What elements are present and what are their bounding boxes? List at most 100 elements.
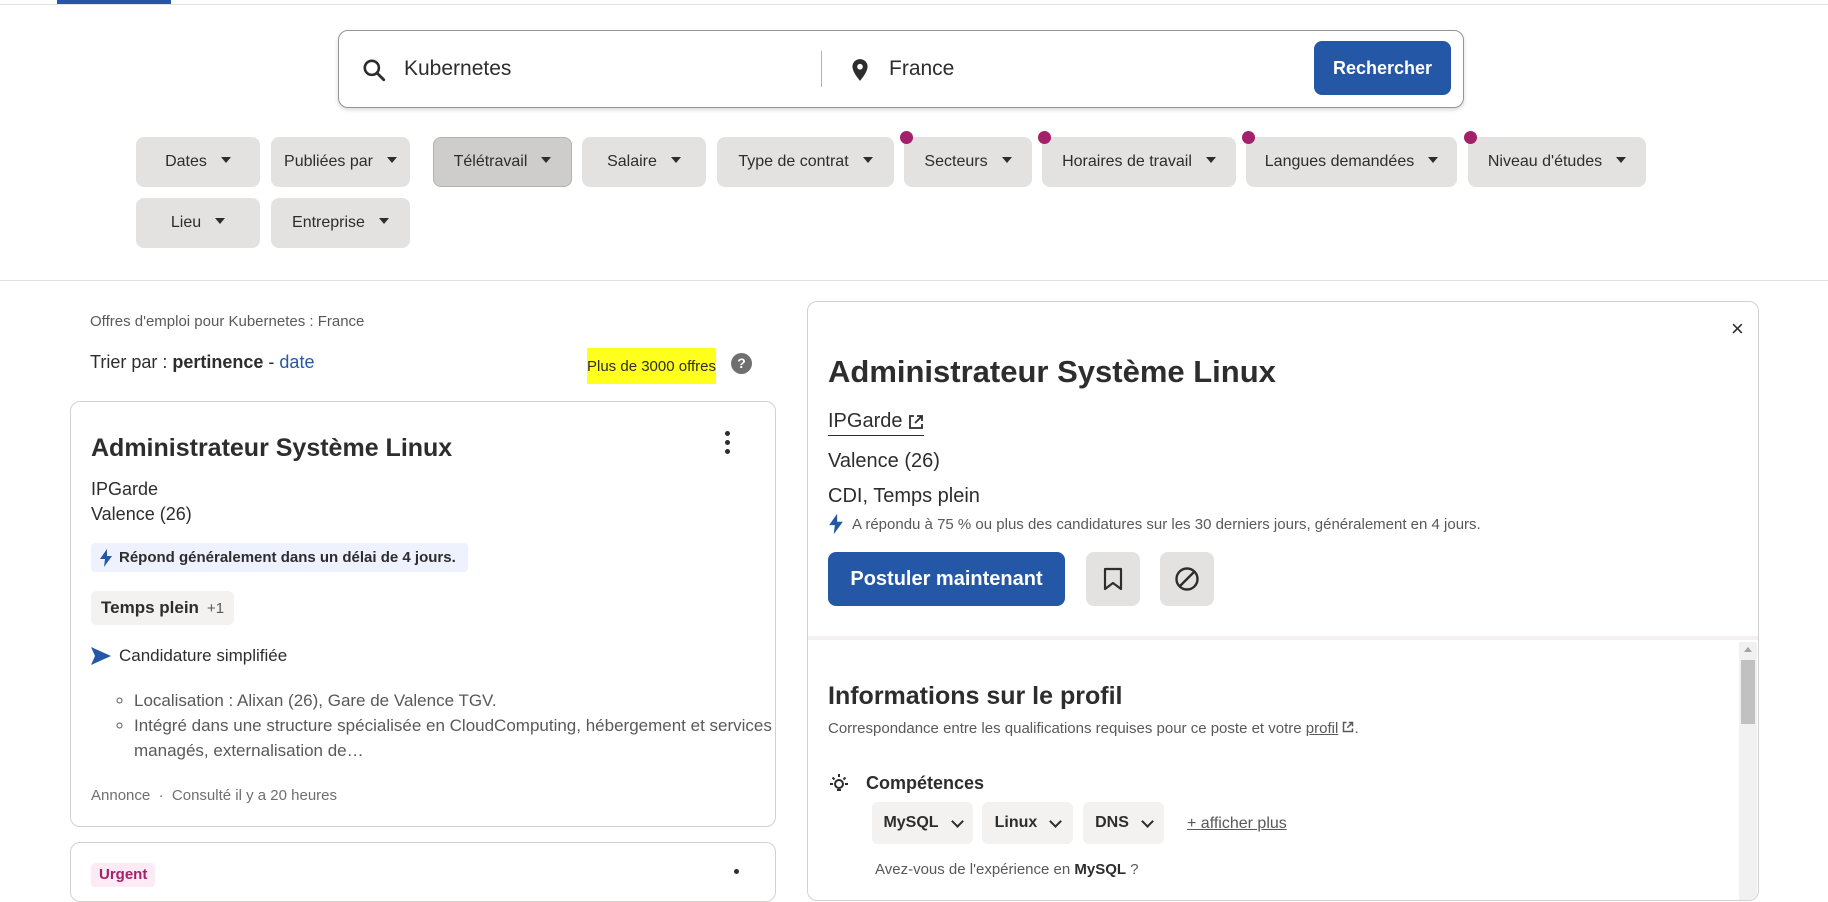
caret-down-icon xyxy=(386,157,397,163)
close-icon[interactable]: × xyxy=(1731,316,1744,342)
send-arrow-icon xyxy=(91,647,111,665)
profile-subtitle-text: Correspondance entre les qualifications … xyxy=(828,720,1302,737)
filter-remote[interactable]: Télétravail xyxy=(433,137,572,187)
external-link-icon xyxy=(1343,721,1354,733)
profile-section-title: Informations sur le profil xyxy=(828,682,1123,710)
filter-dates[interactable]: Dates xyxy=(136,137,260,187)
filter-label: Dates xyxy=(165,153,207,170)
caret-down-icon xyxy=(670,157,681,163)
filter-label: Télétravail xyxy=(453,153,528,170)
job-card[interactable]: Administrateur Système Linux IPGarde Val… xyxy=(70,401,776,827)
profile-subtitle-end: . xyxy=(1354,720,1359,737)
sort-date-link[interactable]: date xyxy=(279,352,314,372)
lightning-icon xyxy=(100,548,112,567)
detail-company-link[interactable]: IPGarde xyxy=(828,410,925,436)
caret-down-icon xyxy=(862,157,873,163)
job-card[interactable]: Urgent xyxy=(70,842,776,902)
sort-relevance[interactable]: pertinence xyxy=(172,352,263,372)
skills-title: Compétences xyxy=(866,772,985,793)
experience-question: Avez-vous de l'expérience en MySQL ? xyxy=(875,861,1139,878)
skill-label: Linux xyxy=(994,814,1038,831)
panel-divider xyxy=(808,636,1758,640)
response-badge: Répond généralement dans un délai de 4 j… xyxy=(91,543,468,572)
active-tab-indicator xyxy=(57,0,171,4)
snippet-item: Intégré dans une structure spécialisée e… xyxy=(134,713,774,763)
filter-sectors[interactable]: Secteurs xyxy=(900,131,1032,187)
search-icon xyxy=(363,59,386,82)
filter-company[interactable]: Entreprise xyxy=(271,198,410,248)
filter-dot xyxy=(1242,131,1255,144)
filter-label: Lieu xyxy=(170,214,202,231)
location-pin-icon xyxy=(852,59,868,81)
apply-now-button[interactable]: Postuler maintenant xyxy=(828,552,1065,606)
filter-label: Secteurs xyxy=(924,153,988,170)
profile-link[interactable]: profil xyxy=(1306,720,1339,737)
filter-dot xyxy=(1464,131,1477,144)
sort-prefix: Trier par : xyxy=(90,352,168,372)
easy-apply: Candidature simplifiée xyxy=(91,646,287,666)
experience-prefix: Avez-vous de l'expérience en xyxy=(875,861,1071,878)
filter-dot xyxy=(900,131,913,144)
help-icon[interactable]: ? xyxy=(731,353,752,374)
caret-down-icon xyxy=(1428,157,1439,163)
bookmark-icon xyxy=(1103,567,1123,591)
skill-chip-mysql[interactable]: MySQL xyxy=(872,802,973,844)
filter-label: Langues demandées xyxy=(1264,153,1415,170)
profile-subtitle: Correspondance entre les qualifications … xyxy=(828,720,1359,737)
filter-salary[interactable]: Salaire xyxy=(582,137,706,187)
skill-chip-dns[interactable]: DNS xyxy=(1083,802,1164,844)
detail-response: A répondu à 75 % ou plus des candidature… xyxy=(828,513,1481,535)
search-bar: Kubernetes France Rechercher xyxy=(338,30,1464,108)
caret-down-icon xyxy=(220,157,231,163)
filter-work-hours[interactable]: Horaires de travail xyxy=(1038,131,1236,187)
job-type-badge: Temps plein +1 xyxy=(91,591,235,625)
job-card-location: Valence (26) xyxy=(91,504,192,524)
chevron-down-icon xyxy=(950,814,964,828)
ad-label: Annonce xyxy=(91,787,151,804)
filter-languages[interactable]: Langues demandées xyxy=(1242,131,1457,187)
detail-company: IPGarde xyxy=(828,410,903,432)
lightbulb-icon xyxy=(830,774,848,791)
caret-down-icon xyxy=(215,218,226,224)
external-link-icon xyxy=(909,414,924,429)
panel-scrollbar[interactable] xyxy=(1739,642,1757,900)
more-options-icon[interactable] xyxy=(734,869,739,874)
job-card-meta: Annonce · Consulté il y a 20 heures xyxy=(91,787,337,804)
response-text: Répond généralement dans un délai de 4 j… xyxy=(119,549,456,566)
job-type-more: +1 xyxy=(206,599,225,617)
detail-response-text: A répondu à 75 % ou plus des candidature… xyxy=(852,515,1481,533)
not-interested-button[interactable] xyxy=(1160,552,1214,606)
filter-education[interactable]: Niveau d'études xyxy=(1464,131,1646,187)
experience-skill: MySQL xyxy=(1074,861,1127,878)
skill-label: DNS xyxy=(1095,814,1129,831)
show-more-skills-link[interactable]: + afficher plus xyxy=(1187,815,1287,833)
sort-control: Trier par : pertinence - date xyxy=(90,352,314,373)
more-options-icon[interactable] xyxy=(722,431,732,459)
snippet-item: Localisation : Alixan (26), Gare de Vale… xyxy=(134,688,774,713)
search-button[interactable]: Rechercher xyxy=(1314,41,1451,95)
detail-title: Administrateur Système Linux xyxy=(828,354,1276,389)
scroll-up-arrow-icon[interactable] xyxy=(1744,647,1752,652)
caret-down-icon xyxy=(1616,157,1627,163)
experience-suffix: ? xyxy=(1126,861,1139,878)
skills-header: Compétences xyxy=(828,772,984,794)
filter-contract-type[interactable]: Type de contrat xyxy=(717,137,894,187)
filter-published-by[interactable]: Publiées par xyxy=(271,137,410,187)
scroll-thumb[interactable] xyxy=(1741,660,1755,724)
filter-location[interactable]: Lieu xyxy=(136,198,260,248)
chevron-down-icon xyxy=(1141,814,1154,828)
skill-chip-linux[interactable]: Linux xyxy=(982,802,1073,844)
filter-label: Entreprise xyxy=(292,214,365,231)
job-detail-panel: × Administrateur Système Linux IPGarde V… xyxy=(807,301,1759,901)
filter-label: Salaire xyxy=(607,153,657,170)
filter-dot xyxy=(1038,131,1051,144)
what-input[interactable]: Kubernetes xyxy=(404,57,511,81)
where-input[interactable]: France xyxy=(889,57,954,81)
detail-location: Valence (26) xyxy=(828,450,940,472)
viewed-time: Consulté il y a 20 heures xyxy=(171,787,338,804)
job-type: Temps plein xyxy=(101,598,199,617)
job-card-title[interactable]: Administrateur Système Linux xyxy=(91,434,452,463)
caret-down-icon xyxy=(1001,157,1012,163)
save-job-button[interactable] xyxy=(1086,552,1140,606)
job-card-company: IPGarde xyxy=(91,479,159,499)
